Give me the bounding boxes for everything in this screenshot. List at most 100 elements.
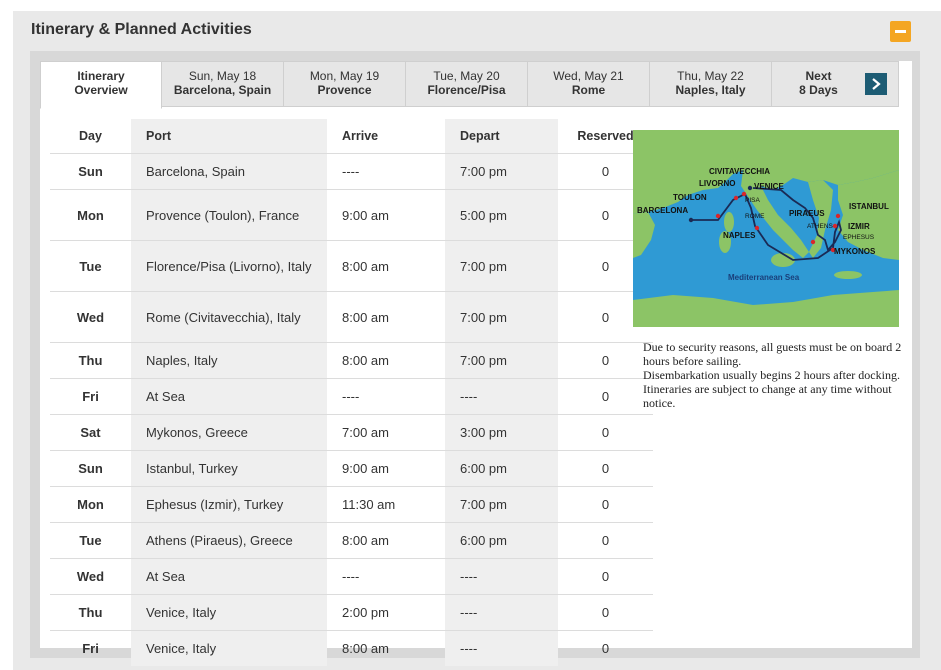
next-arrow-button[interactable] <box>865 73 887 95</box>
port-cell: Istanbul, Turkey <box>131 450 327 487</box>
table-row: Thu Naples, Italy 8:00 am 7:00 pm 0 <box>50 342 653 379</box>
map-label-sea: Mediterranean Sea <box>728 273 800 282</box>
reserved-cell: 0 <box>558 486 653 523</box>
tab-line1: Next <box>805 69 832 83</box>
tab-day-1[interactable]: Sun, May 18 Barcelona, Spain <box>161 61 284 107</box>
depart-cell: ---- <box>445 378 558 415</box>
note-text: Due to security reasons, all guests must… <box>643 340 902 368</box>
day-cell: Tue <box>50 522 131 559</box>
day-tabs: Itinerary Overview Sun, May 18 Barcelona… <box>40 61 899 109</box>
tab-day-3[interactable]: Tue, May 20 Florence/Pisa <box>405 61 528 107</box>
map-label: MYKONOS <box>834 247 876 256</box>
tab-line1: Mon, May 19 <box>309 69 380 83</box>
depart-cell: 7:00 pm <box>445 486 558 523</box>
map-label: NAPLES <box>723 231 756 240</box>
tab-day-2[interactable]: Mon, May 19 Provence <box>283 61 406 107</box>
map-label: VENICE <box>754 182 784 191</box>
tab-line2: Rome <box>571 83 606 97</box>
depart-cell: ---- <box>445 594 558 631</box>
port-cell: Venice, Italy <box>131 630 327 666</box>
arrive-cell: 9:00 am <box>327 189 445 241</box>
reserved-cell: 0 <box>558 414 653 451</box>
table-row: Sun Barcelona, Spain ---- 7:00 pm 0 <box>50 153 653 190</box>
depart-cell: 7:00 pm <box>445 291 558 343</box>
table-row: Wed Rome (Civitavecchia), Italy 8:00 am … <box>50 291 653 343</box>
map-label: PISA <box>745 197 760 204</box>
port-cell: Naples, Italy <box>131 342 327 379</box>
depart-cell: 7:00 pm <box>445 240 558 292</box>
table-row: Sun Istanbul, Turkey 9:00 am 6:00 pm 0 <box>50 450 653 487</box>
table-row: Sat Mykonos, Greece 7:00 am 3:00 pm 0 <box>50 414 653 451</box>
itinerary-panel: Itinerary Overview Sun, May 18 Barcelona… <box>40 61 912 666</box>
arrive-cell: 8:00 am <box>327 630 445 666</box>
chevron-right-icon <box>872 78 881 90</box>
arrive-cell: 11:30 am <box>327 486 445 523</box>
table-row: Fri Venice, Italy 8:00 am ---- 0 <box>50 630 653 666</box>
table-row: Fri At Sea ---- ---- 0 <box>50 378 653 415</box>
arrive-cell: 8:00 am <box>327 240 445 292</box>
port-cell: Rome (Civitavecchia), Italy <box>131 291 327 343</box>
port-cell: Florence/Pisa (Livorno), Italy <box>131 240 327 292</box>
port-cell: Barcelona, Spain <box>131 153 327 190</box>
reserved-cell: 0 <box>558 630 653 666</box>
table-row: Mon Provence (Toulon), France 9:00 am 5:… <box>50 189 653 241</box>
table-row: Mon Ephesus (Izmir), Turkey 11:30 am 7:0… <box>50 486 653 523</box>
day-cell: Wed <box>50 558 131 595</box>
day-cell: Thu <box>50 594 131 631</box>
note-text: Disembarkation usually begins 2 hours af… <box>643 368 900 382</box>
col-header-day: Day <box>79 129 102 143</box>
route-map: CIVITAVECCHIA LIVORNO VENICE TOULON PISA… <box>633 130 899 327</box>
arrive-cell: 8:00 am <box>327 291 445 343</box>
tab-line1: Wed, May 21 <box>553 69 624 83</box>
section-title: Itinerary & Planned Activities <box>31 21 252 38</box>
day-cell: Fri <box>50 630 131 666</box>
map-label: PIRAEUS <box>789 209 825 218</box>
port-cell: At Sea <box>131 558 327 595</box>
tab-line2: Florence/Pisa <box>427 83 506 97</box>
port-cell: Mykonos, Greece <box>131 414 327 451</box>
reserved-cell: 0 <box>558 594 653 631</box>
map-label: ROME <box>745 213 765 220</box>
tab-day-5[interactable]: Thu, May 22 Naples, Italy <box>649 61 772 107</box>
itinerary-container: Itinerary Overview Sun, May 18 Barcelona… <box>30 51 920 666</box>
day-cell: Tue <box>50 240 131 292</box>
reserved-cell: 0 <box>558 522 653 559</box>
itinerary-table: Day Port Arrive Depart Reserved Sun Barc… <box>50 119 653 666</box>
depart-cell: ---- <box>445 630 558 666</box>
col-header-depart: Depart <box>445 119 558 154</box>
map-label: ATHENS <box>807 223 834 230</box>
port-cell: Ephesus (Izmir), Turkey <box>131 486 327 523</box>
tab-day-4[interactable]: Wed, May 21 Rome <box>527 61 650 107</box>
arrive-cell: 7:00 am <box>327 414 445 451</box>
day-cell: Mon <box>50 486 131 523</box>
table-header-row: Day Port Arrive Depart Reserved <box>50 119 653 154</box>
day-cell: Sun <box>50 450 131 487</box>
depart-cell: 3:00 pm <box>445 414 558 451</box>
tab-itinerary-overview[interactable]: Itinerary Overview <box>40 61 162 109</box>
collapse-button[interactable] <box>890 21 911 42</box>
arrive-cell: 2:00 pm <box>327 594 445 631</box>
tab-line2: Provence <box>317 83 372 97</box>
tab-line1: Tue, May 20 <box>433 69 500 83</box>
map-label: CIVITAVECCHIA <box>709 167 770 176</box>
depart-cell: 7:00 pm <box>445 153 558 190</box>
note-text: Itineraries are subject to change at any… <box>643 382 892 410</box>
arrive-cell: 8:00 am <box>327 342 445 379</box>
arrive-cell: ---- <box>327 558 445 595</box>
tab-line1: Thu, May 22 <box>677 69 744 83</box>
day-cell: Sat <box>50 414 131 451</box>
depart-cell: ---- <box>445 558 558 595</box>
col-header-port: Port <box>131 119 327 154</box>
itinerary-notes: Due to security reasons, all guests must… <box>643 340 903 410</box>
arrive-cell: ---- <box>327 153 445 190</box>
map-label: BARCELONA <box>637 206 688 215</box>
day-cell: Fri <box>50 378 131 415</box>
day-cell: Thu <box>50 342 131 379</box>
reserved-cell: 0 <box>558 450 653 487</box>
tab-line1: Sun, May 18 <box>188 69 257 83</box>
tab-line2: Overview <box>74 83 128 97</box>
arrive-cell: 8:00 am <box>327 522 445 559</box>
itinerary-section: Itinerary & Planned Activities Itinerary… <box>13 11 941 670</box>
map-label: IZMIR <box>848 222 870 231</box>
table-row: Wed At Sea ---- ---- 0 <box>50 558 653 595</box>
